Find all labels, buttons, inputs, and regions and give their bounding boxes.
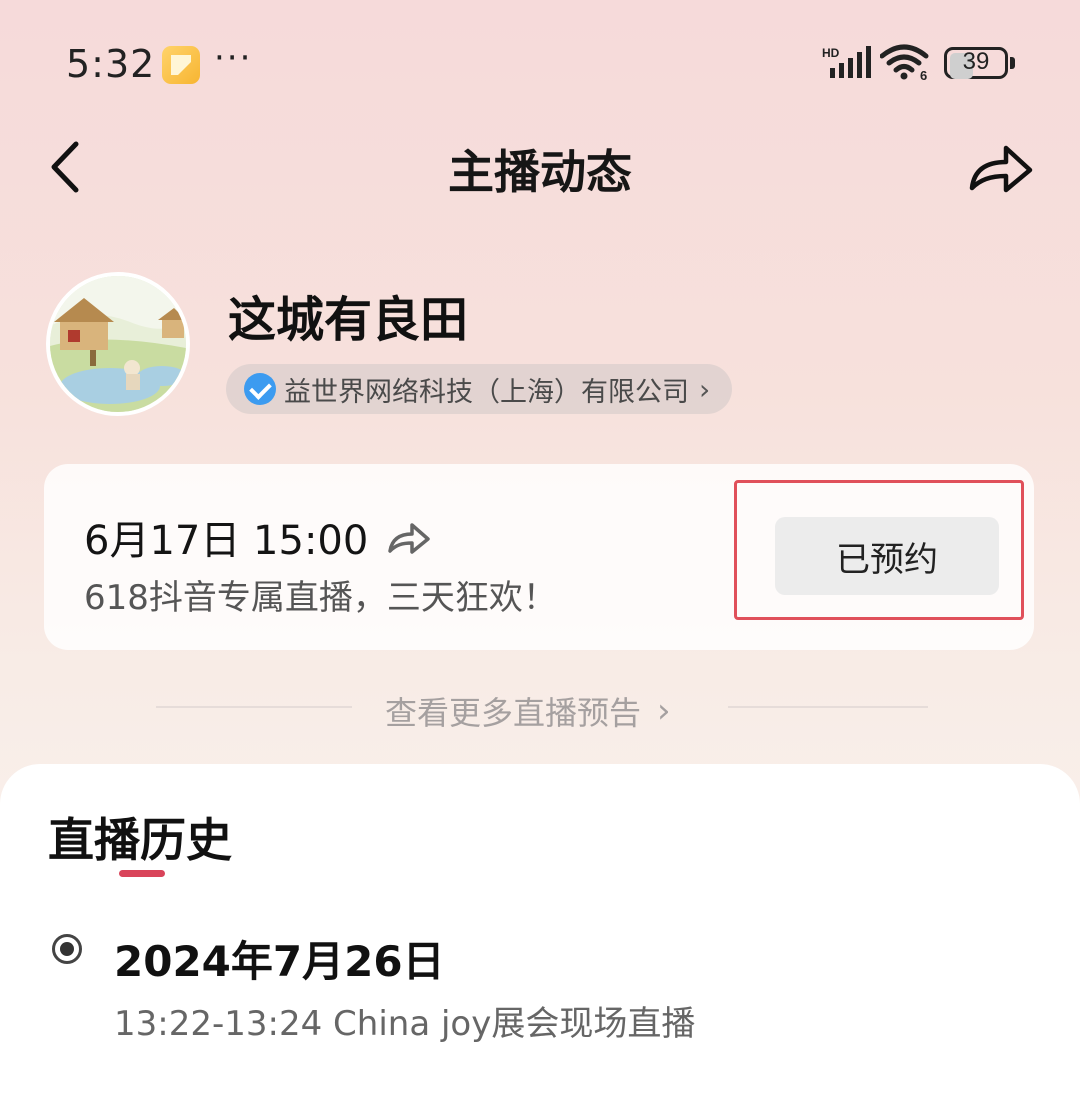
more-previews-link[interactable]: 查看更多直播预告 › xyxy=(385,688,671,734)
preview-time-row: 6月17日 15:00 xyxy=(84,508,434,566)
farm-landscape-icon xyxy=(50,276,186,412)
page-title: 主播动态 xyxy=(448,145,632,199)
history-list-item[interactable]: 2024年7月26日 13:22-13:24 China joy展会现场直播 xyxy=(0,924,1080,1044)
company-verification-chip[interactable]: 益世界网络科技（上海）有限公司 › xyxy=(226,364,733,414)
battery-percent: 39 xyxy=(962,48,990,75)
signal-hd-icon: HD xyxy=(822,46,871,78)
share-arrow-icon xyxy=(969,145,1033,193)
chevron-right-icon: › xyxy=(699,372,711,406)
live-history-panel: 直播历史 2024年7月26日 13:22-13:24 China joy展会现… xyxy=(0,764,1080,1113)
divider-right xyxy=(728,706,928,708)
wifi-6-icon: 6 xyxy=(880,44,929,82)
svg-text:6: 6 xyxy=(920,68,927,82)
preview-time: 6月17日 15:00 xyxy=(84,518,369,564)
share-button[interactable] xyxy=(964,136,1040,200)
chevron-right-icon: › xyxy=(657,691,671,731)
history-title: 直播历史 xyxy=(48,813,232,867)
timeline-dot-icon xyxy=(52,934,82,964)
notification-app-icon xyxy=(162,46,200,84)
svg-text:HD: HD xyxy=(822,46,840,60)
status-bar: 5:32 ··· HD 6 39 xyxy=(0,0,1080,130)
share-arrow-icon[interactable] xyxy=(386,517,434,557)
battery-icon: 39 xyxy=(944,47,1016,81)
history-description: 13:22-13:24 China joy展会现场直播 xyxy=(114,1004,696,1044)
more-notifications-icon: ··· xyxy=(214,38,253,78)
status-time: 5:32 xyxy=(66,42,156,86)
live-preview-card: 6月17日 15:00 618抖音专属直播，三天狂欢！ 已预约 xyxy=(44,464,1034,650)
verified-badge-icon xyxy=(244,373,276,405)
history-date: 2024年7月26日 xyxy=(114,937,445,986)
avatar[interactable] xyxy=(46,272,190,416)
highlight-annotation-box: 已预约 xyxy=(734,480,1024,620)
preview-description: 618抖音专属直播，三天狂欢！ xyxy=(84,578,557,618)
anchor-name: 这城有良田 xyxy=(228,292,469,348)
company-name: 益世界网络科技（上海）有限公司 xyxy=(284,376,689,408)
more-previews-label: 查看更多直播预告 xyxy=(385,694,642,732)
divider-left xyxy=(156,706,352,708)
history-title-underline xyxy=(119,870,165,877)
reserved-button[interactable]: 已预约 xyxy=(775,517,999,595)
